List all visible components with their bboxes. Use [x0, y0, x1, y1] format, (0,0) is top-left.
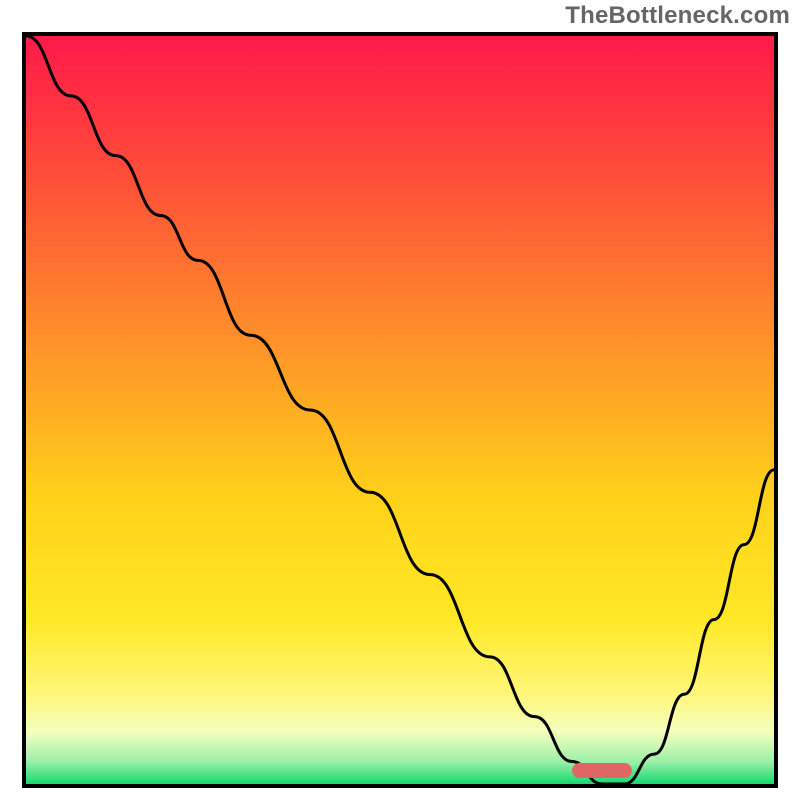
optimum-marker [572, 763, 632, 778]
chart-plot-area [26, 36, 774, 784]
watermark-text: TheBottleneck.com [565, 2, 790, 30]
chart-frame [22, 32, 778, 788]
gradient-background [26, 36, 774, 784]
chart-svg [26, 36, 774, 784]
